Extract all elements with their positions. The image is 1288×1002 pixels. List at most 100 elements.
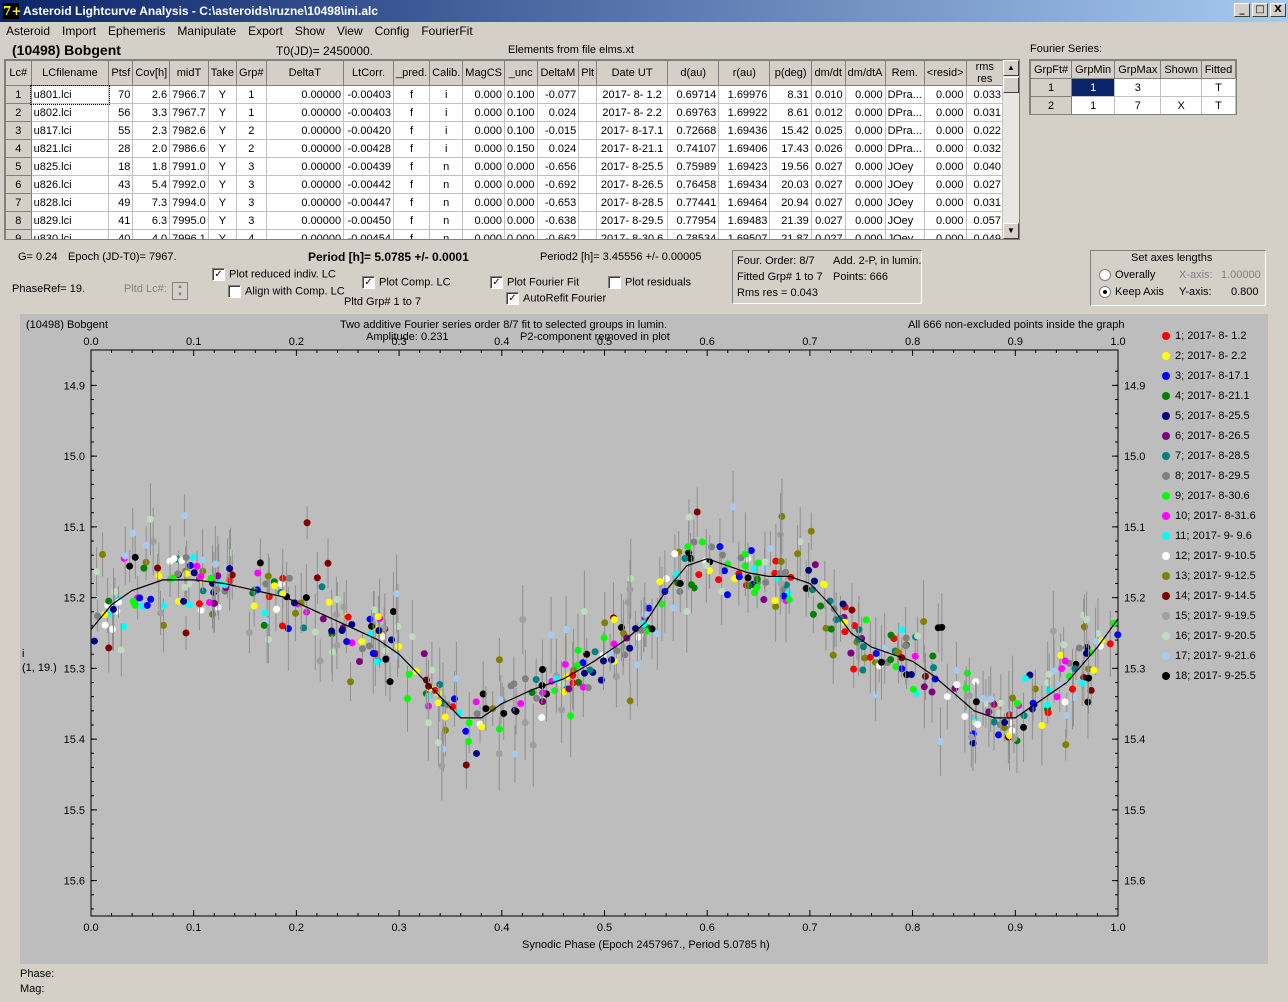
table-cell[interactable]: 0.025	[810, 121, 846, 140]
table-cell[interactable]: u817.lci	[30, 121, 110, 140]
table-cell[interactable]: 0.000	[844, 157, 886, 176]
minimize-button[interactable]: _	[1234, 3, 1250, 17]
menu-asteroid[interactable]: Asteroid	[0, 22, 56, 40]
table-cell[interactable]: 0.76458	[667, 175, 720, 194]
table-cell[interactable]: 0.00000	[265, 139, 345, 158]
table-cell[interactable]: 18	[108, 157, 134, 176]
table-cell[interactable]: 2017- 8-26.5	[596, 175, 669, 194]
table-cell[interactable]: 41	[108, 211, 134, 230]
plot-residuals-checkbox[interactable]: Plot residuals	[608, 276, 691, 289]
table-cell[interactable]: 0.000	[503, 211, 538, 230]
table-cell[interactable]	[578, 211, 598, 230]
table-cell[interactable]: 0.000	[844, 85, 886, 104]
table-cell[interactable]: 0.150	[503, 139, 538, 158]
column-header[interactable]: DeltaM	[536, 60, 580, 86]
table-cell[interactable]: 0.72668	[667, 121, 720, 140]
table-cell[interactable]: f	[392, 103, 431, 122]
table-cell[interactable]: Y	[207, 121, 238, 140]
table-cell[interactable]: i	[429, 139, 464, 158]
table-cell[interactable]	[578, 229, 598, 239]
table-cell[interactable]: 0.027	[810, 211, 846, 230]
table-cell[interactable]: 0.75989	[667, 157, 720, 176]
column-header[interactable]: Rem.	[884, 60, 925, 86]
table-cell[interactable]: 0.00000	[265, 103, 345, 122]
column-header[interactable]: Grp#	[236, 60, 267, 86]
column-header[interactable]: DeltaT	[265, 60, 345, 86]
table-cell[interactable]: -0.00450	[343, 211, 394, 230]
fourier-cell[interactable]: 1	[1071, 78, 1116, 97]
scroll-up-icon[interactable]: ▲	[1003, 60, 1019, 76]
table-cell[interactable]: 6.3	[132, 211, 171, 230]
table-cell[interactable]: 7982.6	[169, 121, 209, 140]
table-cell[interactable]: 0.000	[462, 103, 505, 122]
table-cell[interactable]: u826.lci	[30, 175, 110, 194]
fourier-table[interactable]: GrpFt# GrpMin GrpMax Shown Fitted 113T217XT	[1029, 59, 1237, 115]
table-cell[interactable]: 0.000	[462, 121, 505, 140]
table-cell[interactable]: f	[392, 157, 431, 176]
scroll-thumb[interactable]	[1003, 77, 1019, 93]
column-header[interactable]: LtCorr.	[343, 60, 394, 86]
table-cell[interactable]: DPra...	[884, 139, 925, 158]
table-cell[interactable]: u821.lci	[30, 139, 110, 158]
table-cell[interactable]: 1	[236, 103, 267, 122]
table-cell[interactable]: DPra...	[884, 121, 925, 140]
column-header[interactable]: Cov[h]	[132, 60, 171, 86]
table-cell[interactable]: 0.027	[810, 229, 846, 239]
table-cell[interactable]: -0.00428	[343, 139, 394, 158]
table-cell[interactable]: 70	[108, 85, 134, 104]
table-cell[interactable]: -0.653	[536, 193, 580, 212]
column-header[interactable]: r(au)	[718, 60, 771, 86]
table-cell[interactable]: -0.015	[536, 121, 580, 140]
table-cell[interactable]: 1.69406	[718, 139, 771, 158]
table-cell[interactable]: 0.000	[923, 157, 967, 176]
table-cell[interactable]	[578, 193, 598, 212]
column-header[interactable]: dm/dtA	[844, 60, 886, 86]
table-cell[interactable]: JOey	[884, 157, 925, 176]
table-cell[interactable]	[578, 85, 598, 104]
close-button[interactable]: X	[1270, 3, 1286, 17]
table-cell[interactable]: u801.lci	[30, 84, 110, 105]
table-cell[interactable]: 0.000	[844, 175, 886, 194]
table-cell[interactable]: 56	[108, 103, 134, 122]
table-cell[interactable]: Y	[207, 211, 238, 230]
table-cell[interactable]: -0.00447	[343, 193, 394, 212]
table-cell[interactable]: 7992.0	[169, 175, 209, 194]
column-header[interactable]: Take	[207, 60, 238, 86]
table-cell[interactable]: 0.000	[923, 193, 967, 212]
menu-show[interactable]: Show	[289, 22, 331, 40]
fourier-cell[interactable]: 3	[1114, 78, 1162, 97]
table-cell[interactable]: u825.lci	[30, 157, 110, 176]
table-cell[interactable]: 2	[236, 139, 267, 158]
table-cell[interactable]	[578, 139, 598, 158]
table-row[interactable]: 8 u829.lci 41 6.3 7995.0 Y 3 0.00000 -0.00450 f n 0…	[5, 211, 1005, 230]
table-cell[interactable]: 40	[108, 229, 134, 239]
table-cell[interactable]: 20.03	[769, 175, 812, 194]
table-cell[interactable]: -0.00454	[343, 229, 394, 239]
table-cell[interactable]: n	[429, 229, 464, 239]
table-cell[interactable]: Y	[207, 193, 238, 212]
table-row[interactable]: 9 u830.lci 40 4.0 7996.1 Y 4 0.00000 -0.00454 f n 0…	[5, 229, 1005, 239]
table-cell[interactable]: 2017- 8-25.5	[596, 157, 669, 176]
table-cell[interactable]: 0.000	[462, 85, 505, 104]
table-cell[interactable]: 0.000	[462, 139, 505, 158]
fourier-row[interactable]: 217XT	[1030, 96, 1236, 114]
table-cell[interactable]: 1.69423	[718, 157, 771, 176]
table-cell[interactable]: f	[392, 193, 431, 212]
table-cell[interactable]: 0.00000	[265, 157, 345, 176]
table-cell[interactable]: 0.00000	[265, 121, 345, 140]
row-header[interactable]: 2	[5, 103, 32, 122]
column-header[interactable]: _unc	[503, 60, 538, 86]
fourier-cell[interactable]: X	[1160, 96, 1202, 114]
table-cell[interactable]: 0.000	[462, 211, 505, 230]
column-header[interactable]: p(deg)	[769, 60, 812, 86]
table-cell[interactable]: 20.94	[769, 193, 812, 212]
fourier-row[interactable]: 113T	[1030, 78, 1236, 97]
table-cell[interactable]: 0.000	[462, 175, 505, 194]
table-cell[interactable]: -0.00403	[343, 85, 394, 104]
table-cell[interactable]: -0.00442	[343, 175, 394, 194]
table-cell[interactable]: 1.69436	[718, 121, 771, 140]
table-cell[interactable]: 0.78534	[667, 229, 720, 239]
table-cell[interactable]: 0.00000	[265, 229, 345, 239]
column-header[interactable]: _pred.	[392, 60, 431, 86]
table-cell[interactable]: -0.692	[536, 175, 580, 194]
